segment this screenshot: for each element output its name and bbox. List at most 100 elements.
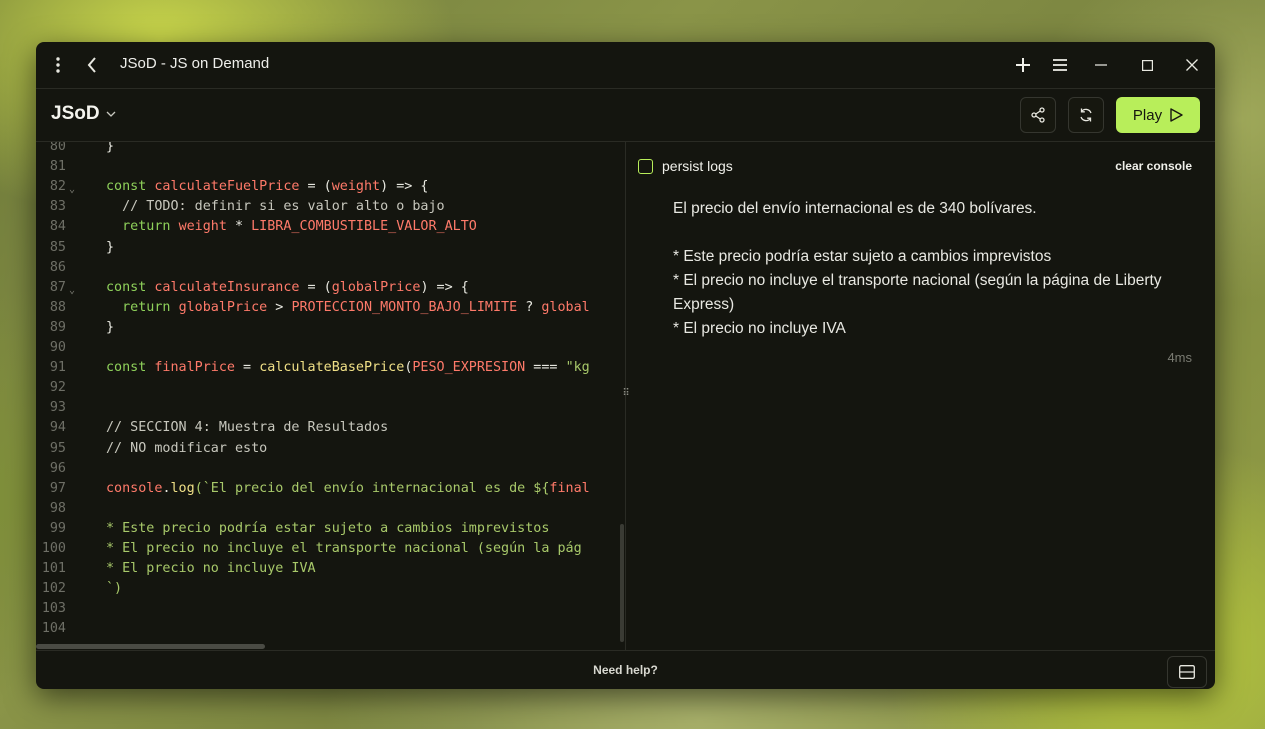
code-line[interactable]: 90	[36, 338, 625, 358]
code-line[interactable]: 80}	[36, 142, 625, 157]
code-token: * Este precio podría estar sujeto a camb…	[106, 520, 550, 536]
close-icon[interactable]	[1181, 54, 1203, 76]
line-number: 100	[41, 541, 66, 556]
project-selector[interactable]: JSoD	[51, 103, 116, 125]
line-number: 80	[49, 142, 66, 154]
code-line[interactable]: 96	[36, 459, 625, 479]
editor-vertical-scrollbar[interactable]	[620, 524, 624, 642]
code-token: >	[267, 299, 292, 315]
code-text: * El precio no incluye el transporte nac…	[106, 539, 582, 559]
code-line[interactable]: 97 console.log(`El precio del envío inter…	[36, 479, 625, 499]
code-line[interactable]: 93	[36, 398, 625, 418]
code-text: * El precio no incluye IVA	[106, 559, 316, 579]
console-output: El precio del envío internacional es de …	[673, 200, 1162, 337]
code-line[interactable]: 88 return globalPrice > PROTECCION_MONTO…	[36, 298, 625, 318]
code-text: const finalPrice = calculateBasePrice(PE…	[106, 358, 590, 378]
title-bar: JSoD - JS on Demand	[36, 42, 1215, 89]
code-editor[interactable]: 80} 81 82 ⌄ const calculateFuelPrice = (weig…	[36, 142, 625, 650]
code-token: }	[106, 239, 115, 255]
code-token: weight	[178, 219, 227, 235]
persist-logs-checkbox[interactable]	[638, 158, 653, 174]
back-icon[interactable]	[81, 54, 103, 76]
execution-time: 4ms	[1167, 350, 1192, 365]
line-number: 99	[49, 520, 66, 536]
persist-logs-toggle[interactable]: persist logs	[638, 158, 733, 174]
code-line[interactable]: 81	[36, 157, 625, 177]
layout-toggle-button[interactable]	[1167, 656, 1207, 688]
code-token: weight	[331, 179, 381, 195]
code-line[interactable]: 85}	[36, 238, 625, 258]
minimize-icon[interactable]	[1090, 54, 1112, 76]
code-line[interactable]: 87 ⌄ const calculateInsurance = (globalPri…	[36, 278, 625, 298]
code-line[interactable]: 91 const finalPrice = calculateBasePrice(…	[36, 358, 625, 378]
code-token: =	[235, 360, 260, 376]
line-number: 98	[49, 500, 66, 516]
line-number: 94	[49, 420, 66, 436]
code-line[interactable]: 99 * Este precio podría estar sujeto a ca…	[36, 519, 625, 539]
share-button[interactable]	[1020, 97, 1056, 133]
line-number: 92	[49, 380, 66, 396]
code-line[interactable]: 95 // NO modificar esto	[36, 439, 625, 459]
code-token: calculateFuelPrice	[154, 179, 300, 195]
code-token: ) => {	[420, 279, 469, 295]
code-text: }	[106, 238, 114, 258]
line-number: 95	[49, 440, 66, 456]
code-line[interactable]: 86	[36, 258, 625, 278]
code-token: `)	[106, 581, 123, 597]
kebab-menu-icon[interactable]	[47, 54, 69, 76]
line-number: 82	[49, 179, 66, 195]
code-token: PROTECCION_MONTO_BAJO_LIMITE	[291, 299, 518, 315]
line-number: 89	[49, 319, 66, 335]
code-token: calculateInsurance	[154, 279, 300, 295]
code-text: return weight * LIBRA_COMBUSTIBLE_VALOR_…	[106, 217, 477, 237]
code-text: console.log(`El precio del envío interna…	[106, 479, 590, 499]
code-line[interactable]: 94 // SECCION 4: Muestra de Resultados	[36, 418, 625, 438]
code-line[interactable]: 84 return weight * LIBRA_COMBUSTIBLE_VAL…	[36, 217, 625, 237]
line-number: 84	[49, 219, 66, 235]
line-number: 93	[49, 400, 66, 416]
play-button[interactable]: Play	[1116, 97, 1200, 133]
code-text: // SECCION 4: Muestra de Resultados	[106, 418, 388, 438]
code-line[interactable]: 103	[36, 599, 625, 619]
code-line[interactable]: 83 // TODO: definir si es valor alto o b…	[36, 197, 625, 217]
code-line[interactable]: 89}	[36, 318, 625, 338]
code-token: }	[106, 142, 115, 154]
code-token: // TODO: definir si es valor alto o bajo	[106, 199, 445, 215]
plus-icon[interactable]	[1012, 54, 1034, 76]
code-text: const calculateFuelPrice = (weight) => {	[106, 177, 429, 197]
code-text: * Este precio podría estar sujeto a camb…	[106, 519, 549, 539]
code-line[interactable]: 100 * El precio no incluye el transporte …	[36, 539, 625, 559]
help-link[interactable]: Need help?	[36, 663, 1215, 677]
code-text: `)	[106, 579, 122, 599]
code-token: const	[106, 279, 155, 295]
code-token: const	[106, 179, 155, 195]
editor-horizontal-scrollbar[interactable]	[36, 644, 265, 649]
refresh-button[interactable]	[1068, 97, 1104, 133]
code-line[interactable]: 101 * El precio no incluye IVA	[36, 559, 625, 579]
code-text: }	[106, 318, 114, 338]
code-line[interactable]: 98	[36, 499, 625, 519]
app-window: JSoD - JS on Demand JSoD Play 80} 81 82…	[36, 42, 1215, 689]
code-token: calculateBasePrice	[259, 360, 405, 376]
code-line[interactable]: 104	[36, 619, 625, 639]
code-token: LIBRA_COMBUSTIBLE_VALOR_ALTO	[251, 219, 477, 235]
code-token: PESO_EXPRESION	[412, 360, 526, 376]
clear-console-button[interactable]: clear console	[1115, 159, 1192, 173]
hamburger-menu-icon[interactable]	[1049, 54, 1071, 76]
line-number: 81	[49, 159, 66, 175]
code-token: }	[106, 319, 115, 335]
code-token: ) => {	[380, 179, 429, 195]
code-token: *	[226, 219, 252, 235]
line-number: 104	[41, 621, 66, 637]
code-token: ===	[525, 360, 566, 376]
code-token: return	[122, 299, 179, 315]
refresh-icon	[1080, 108, 1092, 122]
line-number: 83	[49, 199, 66, 215]
code-line[interactable]: 102 `)	[36, 579, 625, 599]
code-line[interactable]: 92	[36, 378, 625, 398]
code-line[interactable]: 82 ⌄ const calculateFuelPrice = (weight) =…	[36, 177, 625, 197]
code-token: const	[106, 360, 155, 376]
line-number: 102	[41, 581, 66, 597]
maximize-icon[interactable]	[1136, 54, 1158, 76]
